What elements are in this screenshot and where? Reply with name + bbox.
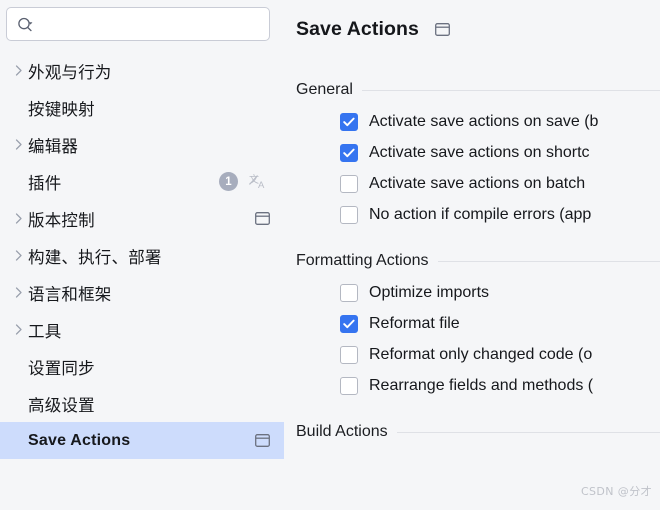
page-header: Save Actions [296,11,660,47]
checkbox-row[interactable]: Optimize imports [340,277,660,308]
checkbox-optimize-imports[interactable] [340,283,358,302]
sidebar-item-label: 构建、执行、部署 [28,247,162,267]
checkbox-row[interactable]: Reformat file [340,308,660,339]
section-header: General [296,79,660,101]
chevron-right-icon[interactable] [10,65,28,76]
checkbox-label: Activate save actions on save (b [369,112,599,130]
checkbox-label: Reformat file [369,314,460,332]
sidebar-item-label: 按键映射 [28,99,95,119]
checkbox-label: Reformat only changed code (o [369,345,593,363]
sidebar-item-label: Save Actions [28,431,131,449]
sidebar-item-build-execution-deployment[interactable]: 构建、执行、部署 [0,237,284,274]
checkbox-row[interactable]: Rearrange fields and methods ( [340,370,660,401]
section-title: Build Actions [296,423,388,440]
watermark: CSDN @分才 [580,485,652,498]
chevron-right-icon[interactable] [10,324,28,335]
checkbox-activate-on-save[interactable] [340,112,358,131]
checkbox-row[interactable]: Activate save actions on batch [340,168,660,199]
sidebar-item-label: 版本控制 [28,210,95,230]
checkbox-row[interactable]: Activate save actions on shortc [340,137,660,168]
panel-icon[interactable] [255,212,270,225]
sidebar-item-languages-frameworks[interactable]: 语言和框架 [0,274,284,311]
section-header: Build Actions [296,421,660,443]
search-input[interactable] [40,8,261,40]
sidebar-item-save-actions[interactable]: Save Actions [0,422,284,459]
chevron-right-icon[interactable] [10,213,28,224]
sidebar-item-editor[interactable]: 编辑器 [0,126,284,163]
checkbox-rearrange-fields-and-methods[interactable] [340,376,358,395]
svg-text:A: A [258,180,265,190]
section-divider [396,431,660,433]
sidebar-item-tools[interactable]: 工具 [0,311,284,348]
settings-dialog: 外观与行为 按键映射 编辑器 插件 1 文 A 版本控制 构建、执行、部署 语言… [0,0,660,510]
checkbox-row[interactable]: Activate save actions on save (b [340,106,660,137]
settings-search-box[interactable] [6,7,270,41]
section-formatting-actions: Formatting Actions Optimize imports Refo… [296,250,660,401]
checkbox-label: Optimize imports [369,283,490,301]
checkbox-list: Optimize imports Reformat file Reformat … [296,272,660,401]
checkbox-label: No action if compile errors (app [369,205,592,223]
sidebar-item-appearance-behavior[interactable]: 外观与行为 [0,52,284,89]
chevron-right-icon[interactable] [10,250,28,261]
section-header: Formatting Actions [296,250,660,272]
checkbox-label: Activate save actions on shortc [369,143,590,161]
page-title: Save Actions [296,17,419,40]
section-build-actions: Build Actions [296,421,660,443]
settings-main-panel: Save Actions General Activate save actio… [284,0,660,510]
checkbox-activate-on-batch[interactable] [340,174,358,193]
section-divider [437,260,660,262]
sidebar-item-label: 设置同步 [28,358,95,378]
checkbox-row[interactable]: No action if compile errors (app [340,199,660,230]
plugin-update-badge: 1 [219,172,238,191]
sidebar-item-settings-sync[interactable]: 设置同步 [0,348,284,385]
sidebar-item-label: 编辑器 [28,136,79,156]
checkbox-label: Activate save actions on batch [369,174,586,192]
checkbox-activate-on-shortcut[interactable] [340,143,358,162]
settings-tree: 外观与行为 按键映射 编辑器 插件 1 文 A 版本控制 构建、执行、部署 语言… [0,52,284,459]
section-divider [361,89,660,91]
checkbox-no-action-if-compile-errors[interactable] [340,205,358,224]
sidebar-item-label: 插件 [28,173,62,193]
translate-icon[interactable]: 文 A [248,172,268,192]
section-title: Formatting Actions [296,252,429,269]
sidebar-item-label: 语言和框架 [28,284,112,304]
chevron-right-icon[interactable] [10,287,28,298]
checkbox-row[interactable]: Reformat only changed code (o [340,339,660,370]
sidebar-item-keymap[interactable]: 按键映射 [0,89,284,126]
section-general: General Activate save actions on save (b… [296,79,660,230]
panel-icon[interactable] [435,22,450,36]
sidebar-item-version-control[interactable]: 版本控制 [0,200,284,237]
checkbox-reformat-file[interactable] [340,314,358,333]
checkbox-label: Rearrange fields and methods ( [369,376,594,394]
settings-sidebar: 外观与行为 按键映射 编辑器 插件 1 文 A 版本控制 构建、执行、部署 语言… [0,0,284,510]
sidebar-item-label: 高级设置 [28,395,95,415]
sidebar-item-plugins[interactable]: 插件 1 文 A [0,163,284,200]
search-icon[interactable] [17,17,34,32]
checkbox-list: Activate save actions on save (b Activat… [296,101,660,230]
sidebar-item-label: 外观与行为 [28,62,112,82]
section-title: General [296,81,353,98]
sidebar-item-label: 工具 [28,321,62,341]
checkbox-reformat-only-changed-code[interactable] [340,345,358,364]
panel-icon[interactable] [255,434,270,447]
sidebar-item-advanced-settings[interactable]: 高级设置 [0,385,284,422]
chevron-right-icon[interactable] [10,139,28,150]
